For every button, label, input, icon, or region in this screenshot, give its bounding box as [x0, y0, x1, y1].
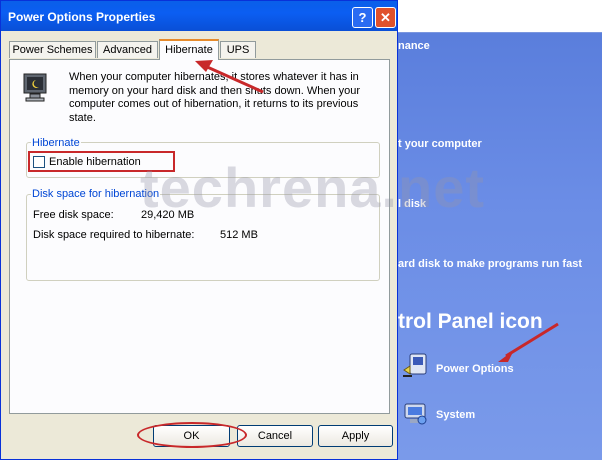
required-disk-space-value: 512 MB: [220, 229, 258, 241]
power-options-icon[interactable]: [402, 352, 428, 378]
system-icon[interactable]: [402, 400, 428, 426]
window-title: Power Options Properties: [8, 10, 156, 24]
site-watermark: techrena.net: [140, 156, 485, 219]
hibernate-group-label: Hibernate: [31, 137, 81, 149]
close-button[interactable]: ✕: [375, 7, 396, 28]
tab-power-schemes[interactable]: Power Schemes: [9, 41, 96, 58]
tab-hibernate[interactable]: Hibernate: [159, 39, 219, 60]
required-disk-space-label: Disk space required to hibernate:: [33, 229, 195, 241]
system-link[interactable]: System: [436, 409, 475, 421]
help-button[interactable]: ?: [352, 7, 373, 28]
title-bar[interactable]: Power Options Properties ? ✕: [1, 1, 397, 31]
annotation-arrow-power-options: [498, 322, 559, 362]
apply-button[interactable]: Apply: [318, 425, 393, 447]
control-panel-pane: [398, 33, 602, 460]
annotation-arrow-hibernate-tab: [195, 60, 264, 94]
task-link-1[interactable]: t your computer: [398, 138, 482, 150]
tab-advanced[interactable]: Advanced: [97, 41, 158, 58]
free-disk-space-label: Free disk space:: [33, 209, 114, 221]
power-options-dialog: Power Options Properties ? ✕ Power Schem…: [0, 0, 398, 460]
cancel-button[interactable]: Cancel: [237, 425, 313, 447]
annotation-ok-ring: [137, 422, 247, 448]
task-link-3[interactable]: ard disk to make programs run fast: [398, 258, 582, 270]
control-panel-address-bar: [398, 6, 602, 33]
control-panel-heading: nance: [398, 40, 430, 52]
hibernate-monitor-icon: [23, 73, 47, 102]
